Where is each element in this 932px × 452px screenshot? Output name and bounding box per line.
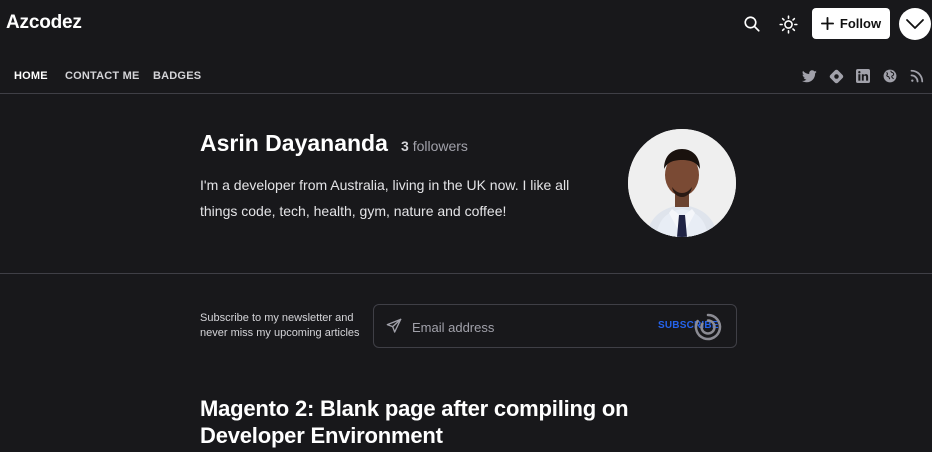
profile-divider: [0, 273, 932, 274]
author-avatar: [628, 129, 736, 237]
plus-icon: [820, 17, 834, 30]
loading-spinner-icon: [693, 312, 723, 347]
website-link[interactable]: [882, 68, 898, 84]
blog-nav: HOME CONTACT ME BADGES: [0, 60, 932, 93]
theme-toggle-button[interactable]: [773, 9, 803, 39]
sun-icon: [778, 14, 798, 34]
newsletter-description: Subscribe to my newsletter and never mis…: [200, 312, 360, 339]
author-photo: [628, 129, 736, 237]
globe-icon: [883, 69, 897, 83]
nav-item-home[interactable]: HOME: [14, 70, 48, 82]
rss-link[interactable]: [909, 68, 925, 84]
top-bar: Azcodez Follow: [0, 0, 932, 50]
search-icon: [744, 16, 760, 32]
linkedin-icon: [856, 69, 870, 83]
search-button[interactable]: [737, 9, 767, 39]
hashnode-link[interactable]: [828, 68, 844, 84]
send-icon: [386, 318, 402, 339]
nav-item-contact-me[interactable]: CONTACT ME: [65, 70, 140, 82]
newsletter-form: SUBSCRIBE: [373, 304, 737, 348]
nav-divider: [0, 93, 932, 94]
account-menu-button[interactable]: [899, 8, 931, 40]
twitter-icon: [801, 69, 817, 82]
author-bio: I'm a developer from Australia, living i…: [200, 177, 570, 219]
follow-label: Follow: [839, 16, 882, 31]
follow-button[interactable]: Follow: [812, 8, 890, 39]
author-name: Asrin Dayananda: [200, 130, 388, 156]
followers-label: followers: [412, 138, 468, 154]
twitter-link[interactable]: [801, 68, 817, 84]
email-input[interactable]: [410, 317, 644, 337]
chevron-down-icon: [906, 19, 924, 29]
rss-icon: [910, 69, 924, 83]
linkedin-link[interactable]: [855, 68, 871, 84]
article-title[interactable]: Magento 2: Blank page after compiling on…: [200, 395, 670, 449]
nav-item-badges[interactable]: BADGES: [153, 70, 201, 82]
hashnode-icon: [829, 69, 843, 83]
blog-title[interactable]: Azcodez: [6, 12, 82, 34]
followers-number: 3: [401, 138, 409, 154]
followers-count[interactable]: 3 followers: [401, 138, 468, 154]
